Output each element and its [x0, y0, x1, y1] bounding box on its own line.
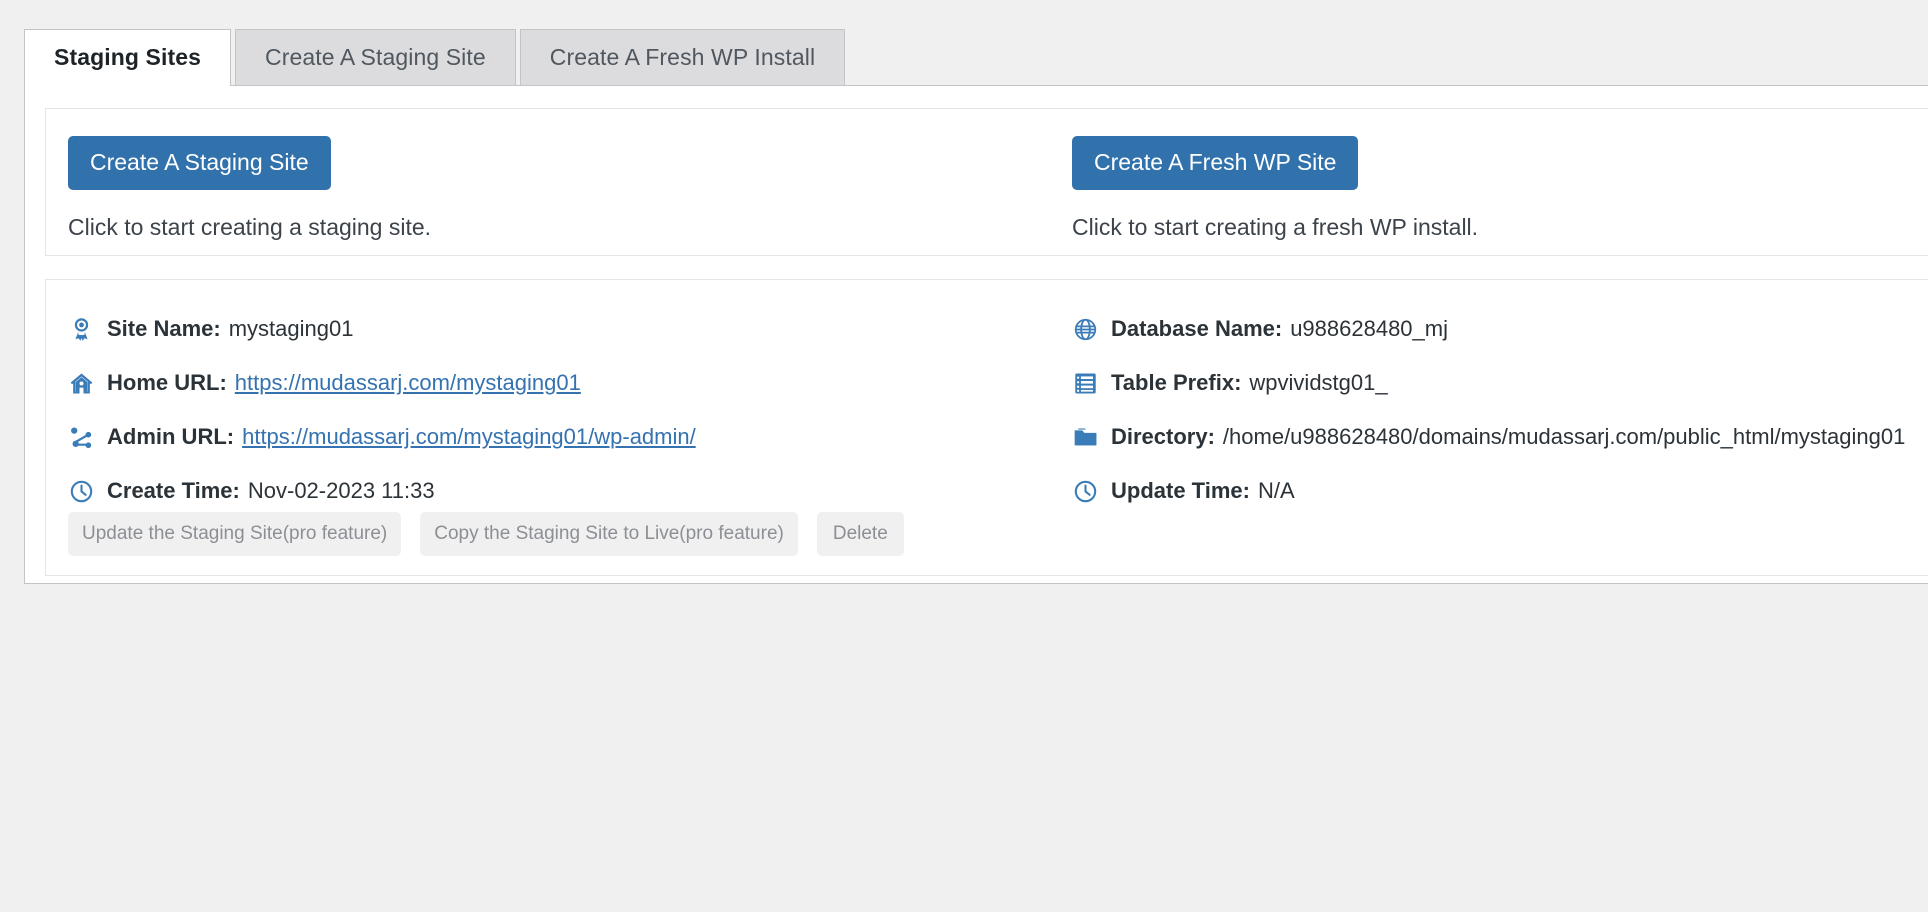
detail-row-home-url: Home URL: https://mudassarj.com/mystagin… — [68, 356, 696, 410]
copy-staging-to-live-button[interactable]: Copy the Staging Site to Live(pro featur… — [420, 512, 798, 556]
detail-row-update-time: Update Time: N/A — [1072, 464, 1905, 518]
clock-icon — [1072, 478, 1098, 504]
admin-url-link[interactable]: https://mudassarj.com/mystaging01/wp-adm… — [242, 424, 696, 450]
detail-label: Database Name: — [1111, 316, 1283, 341]
detail-label: Create Time: — [107, 478, 240, 503]
staging-sites-panel: Create A Staging Site Click to start cre… — [24, 85, 1928, 584]
folder-icon — [1072, 424, 1098, 450]
detail-value: wpvividstg01_ — [1249, 370, 1388, 395]
create-fresh-wp-hint: Click to start creating a fresh WP insta… — [1072, 214, 1479, 240]
clock-icon — [68, 478, 94, 504]
detail-row-directory: Directory: /home/u988628480/domains/muda… — [1072, 410, 1905, 464]
create-staging-site-button[interactable]: Create A Staging Site — [68, 136, 331, 190]
tab-label: Create A Staging Site — [265, 44, 486, 70]
create-staging-column: Create A Staging Site Click to start cre… — [68, 136, 431, 241]
detail-value: u988628480_mj — [1290, 316, 1448, 341]
tab-staging-sites[interactable]: Staging Sites — [24, 29, 231, 86]
list-icon — [1072, 370, 1098, 396]
detail-label: Directory: — [1111, 424, 1215, 449]
sitemap-icon — [68, 424, 94, 450]
tab-label: Create A Fresh WP Install — [549, 44, 816, 70]
detail-row-table-prefix: Table Prefix: wpvividstg01_ — [1072, 356, 1905, 410]
detail-row-admin-url: Admin URL: https://mudassarj.com/mystagi… — [68, 410, 696, 464]
detail-value: Nov-02-2023 11:33 — [247, 478, 435, 503]
globe-icon — [1072, 316, 1098, 342]
detail-row-site-name: Site Name: mystaging01 — [68, 302, 696, 356]
detail-value: /home/u988628480/domains/mudassarj.com/p… — [1222, 424, 1906, 449]
page-root: Staging Sites Create A Staging Site Crea… — [0, 0, 1928, 912]
detail-label: Update Time: — [1111, 478, 1250, 503]
detail-label: Admin URL: — [107, 424, 235, 449]
detail-label: Home URL: — [107, 370, 227, 395]
staging-site-actions: Update the Staging Site(pro feature) Cop… — [68, 512, 923, 556]
create-fresh-wp-column: Create A Fresh WP Site Click to start cr… — [1072, 136, 1478, 241]
tab-create-a-staging-site[interactable]: Create A Staging Site — [235, 29, 516, 85]
tab-create-a-fresh-wp-install[interactable]: Create A Fresh WP Install — [519, 29, 846, 85]
detail-label: Table Prefix: — [1111, 370, 1242, 395]
detail-row-database-name: Database Name: u988628480_mj — [1072, 302, 1905, 356]
detail-row-create-time: Create Time: Nov-02-2023 11:33 — [68, 464, 696, 518]
award-ribbon-icon — [68, 316, 94, 342]
detail-label: Site Name: — [107, 316, 221, 341]
home-icon — [68, 370, 94, 396]
site-details-left-column: Site Name: mystaging01 Home URL: https:/… — [68, 302, 696, 518]
detail-value: mystaging01 — [228, 316, 354, 341]
home-url-link[interactable]: https://mudassarj.com/mystaging01 — [235, 370, 581, 396]
tab-label: Staging Sites — [54, 44, 201, 70]
update-staging-site-button[interactable]: Update the Staging Site(pro feature) — [68, 512, 402, 556]
detail-value: N/A — [1257, 478, 1295, 503]
site-details-right-column: Database Name: u988628480_mj Table Prefi… — [1072, 302, 1905, 518]
create-actions-card: Create A Staging Site Click to start cre… — [45, 108, 1928, 256]
delete-staging-site-button[interactable]: Delete — [816, 512, 904, 556]
tab-bar: Staging Sites Create A Staging Site Crea… — [0, 29, 849, 86]
create-fresh-wp-site-button[interactable]: Create A Fresh WP Site — [1072, 136, 1359, 190]
create-staging-hint: Click to start creating a staging site. — [68, 214, 432, 240]
staging-site-details-card: Site Name: mystaging01 Home URL: https:/… — [45, 279, 1928, 576]
